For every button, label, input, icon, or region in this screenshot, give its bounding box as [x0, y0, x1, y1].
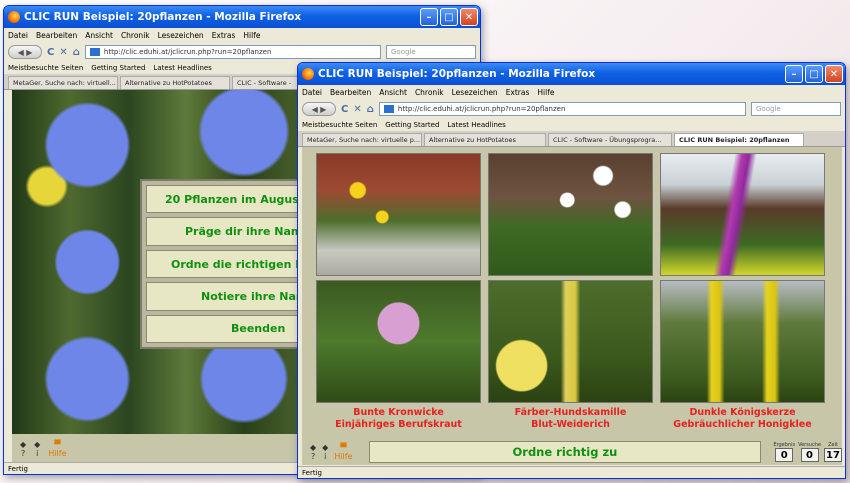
menu-item-write[interactable]: Notiere ihre Namen	[146, 282, 304, 311]
site-icon	[383, 105, 394, 113]
menu-bearbeiten[interactable]: Bearbeiten	[36, 31, 77, 40]
prev-arrow-icon[interactable]: ◆?	[20, 440, 26, 458]
next-arrow-icon[interactable]: ◆ i	[34, 440, 40, 458]
search-input[interactable]: Google	[751, 102, 841, 116]
browser-window-front: CLIC RUN Beispiel: 20pflanzen - Mozilla …	[297, 62, 846, 479]
plant-image-3[interactable]	[660, 153, 825, 276]
instruction-text: Ordne richtig zu	[368, 441, 762, 463]
search-placeholder: Google	[391, 48, 416, 56]
counter-attempts: Versuche 0	[798, 442, 821, 462]
plant-image-5[interactable]	[488, 280, 653, 403]
bookmark-latest-headlines[interactable]: Latest Headlines	[153, 64, 211, 72]
hilfe-button[interactable]: ▀ Hilfe	[48, 440, 66, 458]
reload-icon[interactable]: C	[47, 47, 54, 58]
score-counters: Ergebnis 0 Versuche 0 Zeit 17	[773, 442, 842, 462]
activity-controls: ◆? ◆ i ▀ Hilfe Ordne richtig zu Ergebnis 0…	[302, 439, 842, 465]
counter-time: Zeit 17	[824, 442, 842, 462]
search-placeholder: Google	[756, 105, 781, 113]
stop-icon[interactable]: ✕	[353, 104, 361, 115]
maximize-button[interactable]: □	[805, 65, 823, 83]
home-icon[interactable]: ⌂	[367, 104, 374, 115]
window-title: CLIC RUN Beispiel: 20pflanzen - Mozilla …	[24, 11, 302, 23]
menu-chronik[interactable]: Chronik	[121, 31, 150, 40]
status-text: Fertig	[302, 468, 322, 477]
minimize-button[interactable]: –	[785, 65, 803, 83]
bookmark-getting-started[interactable]: Getting Started	[385, 121, 439, 129]
counter-score: Ergebnis 0	[773, 442, 796, 462]
tab-clic-run[interactable]: CLIC RUN Beispiel: 20pflanzen	[674, 133, 804, 146]
bookmark-latest-headlines[interactable]: Latest Headlines	[447, 121, 505, 129]
plant-image-1[interactable]	[316, 153, 481, 276]
plant-label-3[interactable]: Dunkle Königskerze Gebräuchlicher Honigk…	[660, 407, 825, 431]
menu-ansicht[interactable]: Ansicht	[379, 88, 407, 97]
menu-hilfe[interactable]: Hilfe	[537, 88, 554, 97]
plant-name-labels: Bunte Kronwicke Einjähriges Berufskraut …	[316, 407, 828, 431]
menu-lesezeichen[interactable]: Lesezeichen	[452, 88, 498, 97]
close-button[interactable]: ✕	[460, 8, 478, 26]
status-text: Fertig	[8, 464, 28, 473]
menu-ansicht[interactable]: Ansicht	[85, 31, 113, 40]
plant-label-1[interactable]: Bunte Kronwicke Einjähriges Berufskraut	[316, 407, 481, 431]
menu-bearbeiten[interactable]: Bearbeiten	[330, 88, 371, 97]
close-button[interactable]: ✕	[825, 65, 843, 83]
bookmark-most-visited[interactable]: Meistbesuchte Seiten	[8, 64, 83, 72]
menu-item-quit[interactable]: Beenden	[146, 314, 304, 344]
activity-controls: ◆? ◆ i ▀ Hilfe	[12, 434, 302, 464]
next-arrow-icon[interactable]: ◆ i	[322, 443, 328, 461]
url-text: http://clic.eduhi.at/jclicrun.php?run=20…	[397, 105, 566, 113]
tab-hotpotatoes[interactable]: Alternative zu HotPotatoes	[120, 76, 230, 89]
site-icon	[89, 48, 100, 56]
menu-item-title[interactable]: 20 Pflanzen im August	[146, 185, 304, 214]
activity-menu: 20 Pflanzen im August Präge dir ihre Nam…	[140, 179, 310, 349]
tab-metager[interactable]: MetaGer, Suche nach: virtuelle p...	[302, 133, 422, 146]
plant-label-2[interactable]: Färber-Hundskamille Blut-Weiderich	[488, 407, 653, 431]
firefox-icon	[8, 11, 20, 23]
bookmarks-bar: Meistbesuchte Seiten Getting Started Lat…	[298, 119, 845, 131]
minimize-button[interactable]: –	[420, 8, 438, 26]
plant-image-2[interactable]	[488, 153, 653, 276]
prev-arrow-icon[interactable]: ◆?	[310, 443, 316, 461]
url-input[interactable]: http://clic.eduhi.at/jclicrun.php?run=20…	[84, 45, 381, 59]
window-title: CLIC RUN Beispiel: 20pflanzen - Mozilla …	[318, 68, 596, 80]
maximize-button[interactable]: □	[440, 8, 458, 26]
back-forward-icon[interactable]: ◀ ▶	[8, 45, 42, 59]
plant-image-6[interactable]	[660, 280, 825, 403]
status-bar: Fertig	[298, 466, 845, 478]
window-titlebar[interactable]: CLIC RUN Beispiel: 20pflanzen - Mozilla …	[4, 6, 480, 28]
menu-item-memorize[interactable]: Präge dir ihre Namen	[146, 217, 304, 246]
reload-icon[interactable]: C	[341, 104, 348, 115]
tab-clic-software[interactable]: CLIC - Software - Übungsprogra...	[548, 133, 672, 146]
tab-hotpotatoes[interactable]: Alternative zu HotPotatoes	[424, 133, 546, 146]
menu-extras[interactable]: Extras	[212, 31, 236, 40]
back-forward-icon[interactable]: ◀ ▶	[302, 102, 336, 116]
firefox-icon	[302, 68, 314, 80]
menu-bar: Datei Bearbeiten Ansicht Chronik Lesezei…	[4, 28, 480, 42]
window-titlebar[interactable]: CLIC RUN Beispiel: 20pflanzen - Mozilla …	[298, 63, 845, 85]
menu-extras[interactable]: Extras	[506, 88, 530, 97]
home-icon[interactable]: ⌂	[73, 47, 80, 58]
menu-datei[interactable]: Datei	[302, 88, 322, 97]
bookmark-most-visited[interactable]: Meistbesuchte Seiten	[302, 121, 377, 129]
tab-strip: MetaGer, Suche nach: virtuelle p... Alte…	[298, 131, 845, 147]
tab-metager[interactable]: MetaGer, Suche nach: virtuell...	[8, 76, 118, 89]
menu-datei[interactable]: Datei	[8, 31, 28, 40]
menu-lesezeichen[interactable]: Lesezeichen	[158, 31, 204, 40]
stop-icon[interactable]: ✕	[59, 47, 67, 58]
image-grid	[316, 153, 828, 403]
bookmark-getting-started[interactable]: Getting Started	[91, 64, 145, 72]
activity-area: Bunte Kronwicke Einjähriges Berufskraut …	[302, 147, 842, 465]
hilfe-button[interactable]: ▀ Hilfe	[334, 443, 352, 461]
menu-bar: Datei Bearbeiten Ansicht Chronik Lesezei…	[298, 85, 845, 99]
search-input[interactable]: Google	[386, 45, 476, 59]
plant-image-4[interactable]	[316, 280, 481, 403]
navigation-bar: ◀ ▶ C ✕ ⌂ http://clic.eduhi.at/jclicrun.…	[4, 42, 480, 62]
menu-hilfe[interactable]: Hilfe	[243, 31, 260, 40]
navigation-bar: ◀ ▶ C ✕ ⌂ http://clic.eduhi.at/jclicrun.…	[298, 99, 845, 119]
url-input[interactable]: http://clic.eduhi.at/jclicrun.php?run=20…	[378, 102, 746, 116]
menu-item-match[interactable]: Ordne die richtigen Nam	[146, 249, 304, 279]
url-text: http://clic.eduhi.at/jclicrun.php?run=20…	[103, 48, 272, 56]
menu-chronik[interactable]: Chronik	[415, 88, 444, 97]
